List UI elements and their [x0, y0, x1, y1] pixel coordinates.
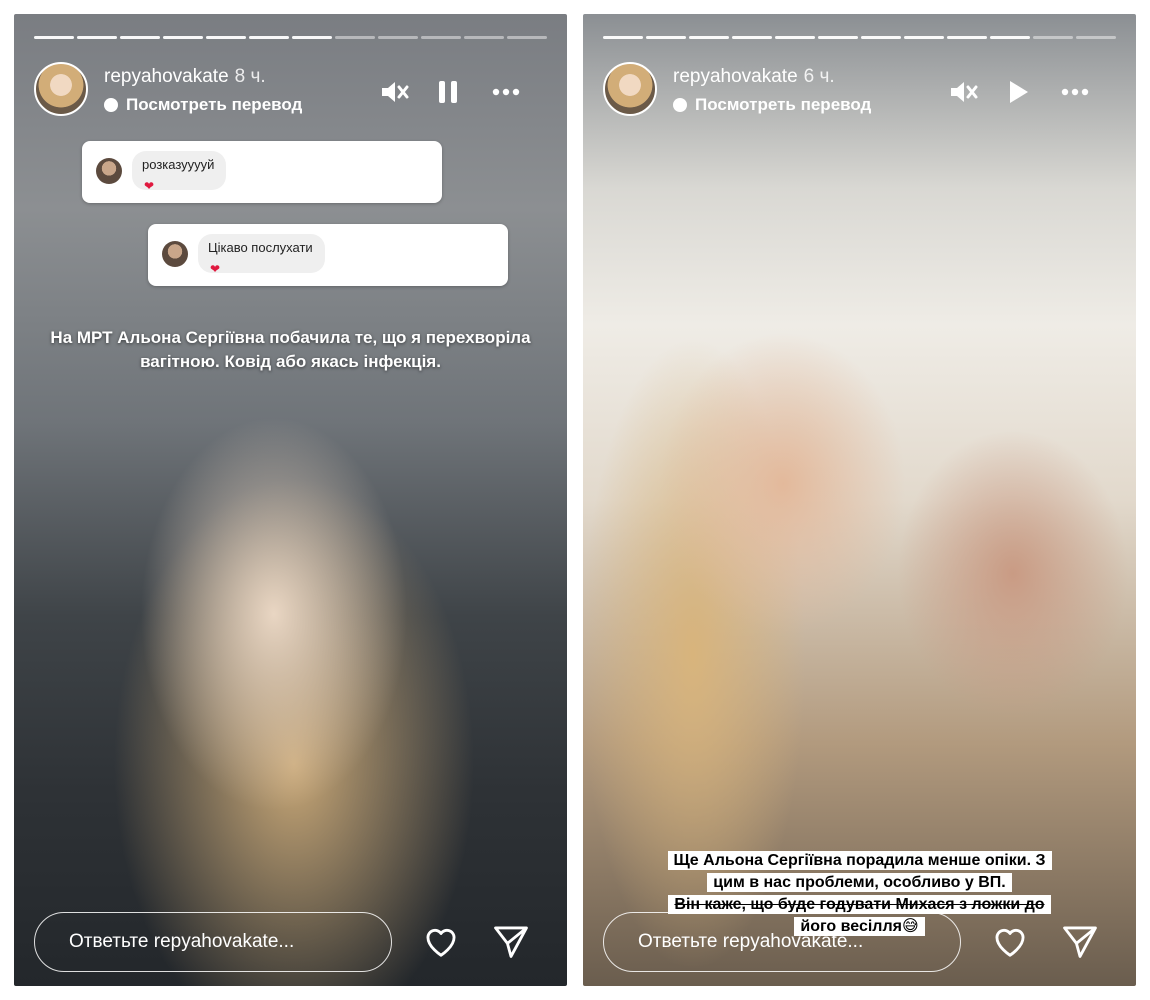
send-icon	[1063, 926, 1097, 958]
more-icon	[1061, 88, 1089, 96]
progress-segment	[947, 36, 987, 39]
progress-segment	[163, 36, 203, 39]
progress-segment	[421, 36, 461, 39]
story-left[interactable]: repyahovakate 8 ч. Посмотреть перевод роз…	[14, 14, 567, 986]
play-icon	[1010, 81, 1028, 103]
story-caption: На МРТ Альона Сергіївна побачила те, що …	[50, 328, 531, 371]
progress-segment	[249, 36, 289, 39]
progress-segment	[464, 36, 504, 39]
reply-placeholder: Ответьте repyahovakate...	[69, 931, 295, 952]
heart-reaction-icon: ❤	[144, 179, 155, 193]
progress-segment	[775, 36, 815, 39]
progress-segment	[1033, 36, 1073, 39]
username[interactable]: repyahovakate 8 ч.	[104, 66, 266, 88]
username[interactable]: repyahovakate 6 ч.	[673, 66, 835, 88]
progress-segment	[1076, 36, 1116, 39]
see-translation-button[interactable]: Посмотреть перевод	[673, 95, 871, 115]
more-button[interactable]	[486, 72, 526, 112]
share-button[interactable]	[490, 920, 532, 962]
caption-line: цим в нас проблеми, особливо у ВП.	[707, 873, 1012, 892]
mute-button[interactable]	[943, 72, 983, 112]
story-header: repyahovakate 6 ч. Посмотреть перевод	[603, 62, 1116, 118]
progress-segment	[689, 36, 729, 39]
progress-segment	[990, 36, 1030, 39]
question-sticker: розказууууй ❤	[82, 141, 442, 203]
progress-segment	[34, 36, 74, 39]
post-time: 6 ч.	[803, 66, 835, 87]
question-sticker: Цікаво послухати ❤	[148, 224, 508, 286]
story-progress	[34, 36, 547, 39]
progress-segment	[818, 36, 858, 39]
see-translation-button[interactable]: Посмотреть перевод	[104, 95, 302, 115]
responder-avatar	[162, 241, 188, 267]
send-icon	[494, 926, 528, 958]
more-button[interactable]	[1055, 72, 1095, 112]
user-avatar[interactable]	[34, 62, 88, 116]
progress-segment	[77, 36, 117, 39]
mute-button[interactable]	[374, 72, 414, 112]
pause-icon	[439, 81, 457, 103]
reply-input[interactable]: Ответьте repyahovakate...	[34, 912, 392, 972]
reply-input[interactable]: Ответьте repyahovakate...	[603, 912, 961, 972]
progress-segment	[378, 36, 418, 39]
progress-segment	[646, 36, 686, 39]
heart-reaction-icon: ❤	[210, 262, 221, 276]
caption-line: Ще Альона Сергіївна порадила менше опіки…	[667, 851, 1052, 870]
post-time: 8 ч.	[234, 66, 266, 87]
heart-outline-icon	[426, 928, 456, 957]
progress-segment	[335, 36, 375, 39]
progress-segment	[292, 36, 332, 39]
play-button[interactable]	[997, 72, 1037, 112]
story-header: repyahovakate 8 ч. Посмотреть перевод	[34, 62, 547, 118]
more-icon	[492, 88, 520, 96]
heart-outline-icon	[995, 928, 1025, 957]
progress-segment	[732, 36, 772, 39]
speaker-muted-icon	[382, 82, 409, 102]
reply-placeholder: Ответьте repyahovakate...	[638, 931, 864, 952]
translate-icon	[104, 98, 118, 112]
progress-segment	[206, 36, 246, 39]
see-translation-label: Посмотреть перевод	[695, 95, 872, 114]
translate-icon	[673, 98, 687, 112]
story-progress	[603, 36, 1116, 39]
progress-segment	[507, 36, 547, 39]
progress-segment	[904, 36, 944, 39]
progress-segment	[120, 36, 160, 39]
speaker-muted-icon	[951, 82, 978, 102]
see-translation-label: Посмотреть перевод	[126, 95, 303, 114]
pause-button[interactable]	[428, 72, 468, 112]
like-button[interactable]	[420, 920, 462, 962]
progress-segment	[861, 36, 901, 39]
story-right[interactable]: repyahovakate 6 ч. Посмотреть перевод Ще …	[583, 14, 1136, 986]
share-button[interactable]	[1059, 920, 1101, 962]
responder-avatar	[96, 158, 122, 184]
user-avatar[interactable]	[603, 62, 657, 116]
progress-segment	[603, 36, 643, 39]
like-button[interactable]	[989, 920, 1031, 962]
